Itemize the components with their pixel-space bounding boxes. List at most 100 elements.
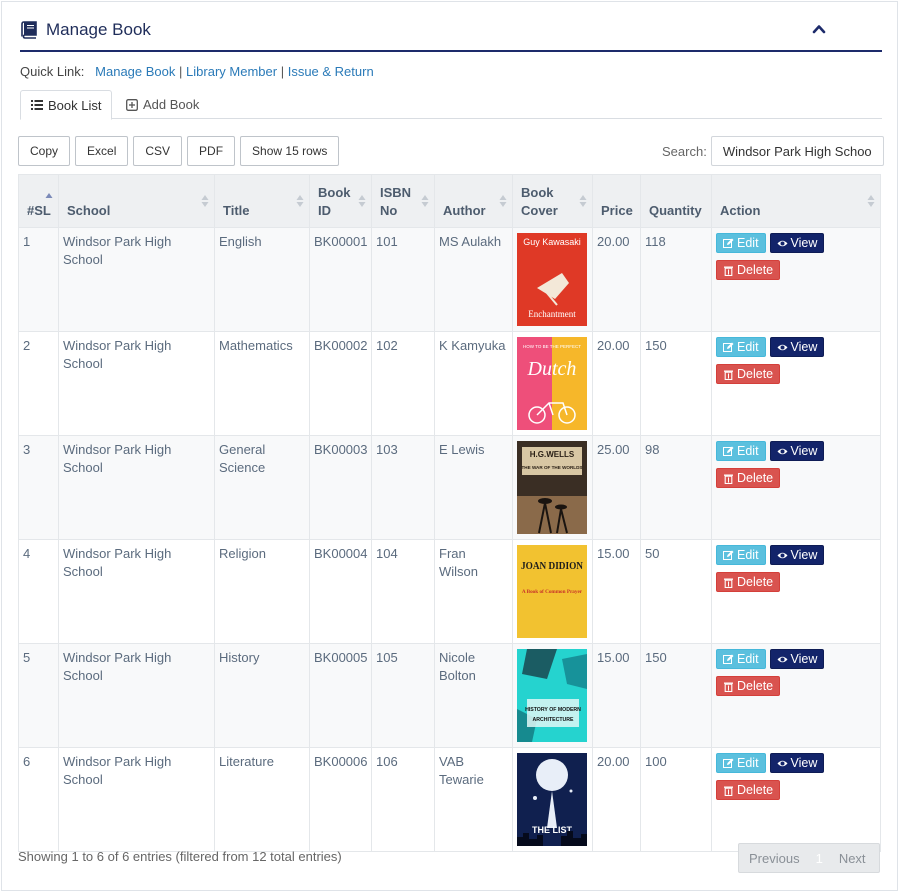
delete-button[interactable]: Delete: [716, 780, 781, 800]
book-cover-image: JOAN DIDION A Book of Common Prayer: [517, 545, 587, 638]
quick-link-library-member[interactable]: Library Member: [186, 64, 277, 79]
edit-button[interactable]: Edit: [716, 649, 766, 669]
column-header-isbn[interactable]: ISBN No: [371, 174, 435, 228]
show-rows-button[interactable]: Show 15 rows: [240, 136, 340, 166]
trash-icon: [724, 786, 733, 796]
edit-icon: [723, 654, 734, 664]
sort-asc-icon: [45, 193, 53, 198]
page-number-button[interactable]: 1: [810, 851, 829, 866]
quick-links: Quick Link: Manage Book | Library Member…: [20, 64, 374, 79]
panel-header: Manage Book: [20, 16, 882, 52]
cell-book-id: BK00006: [309, 747, 372, 852]
panel-title: Manage Book: [20, 20, 151, 40]
chevron-up-icon[interactable]: [812, 22, 826, 36]
delete-button[interactable]: Delete: [716, 572, 781, 592]
cover-text: Guy Kawasaki: [523, 237, 581, 247]
column-header-sl[interactable]: #SL: [18, 174, 59, 228]
sort-icon: [201, 195, 209, 207]
column-header-school[interactable]: School: [58, 174, 215, 228]
tab-add-book[interactable]: Add Book: [116, 90, 209, 119]
cover-text: A Book of Common Prayer: [522, 589, 583, 595]
column-header-action[interactable]: Action: [711, 174, 881, 228]
cell-price: 20.00: [592, 331, 641, 436]
eye-icon: [777, 240, 788, 246]
column-header-book-cover[interactable]: Book Cover: [512, 174, 593, 228]
cell-author: E Lewis: [434, 435, 513, 540]
table-row: 2 Windsor Park High School Mathematics B…: [18, 331, 881, 436]
excel-button[interactable]: Excel: [75, 136, 129, 166]
cell-price: 15.00: [592, 643, 641, 748]
tab-label: Add Book: [143, 97, 200, 112]
cell-action: Edit View Delete: [711, 539, 881, 644]
view-button[interactable]: View: [769, 337, 825, 357]
search-label: Search:: [662, 143, 707, 159]
cell-price: 20.00: [592, 227, 641, 332]
sort-icon: [867, 195, 875, 207]
cell-quantity: 150: [640, 643, 712, 748]
next-button[interactable]: Next: [829, 851, 876, 866]
cell-cover: HOW TO BE THE PERFECT Dutch: [512, 331, 593, 436]
book-cover-image: HOW TO BE THE PERFECT Dutch: [517, 337, 587, 430]
cell-price: 20.00: [592, 747, 641, 852]
cell-school: Windsor Park High School: [58, 331, 215, 436]
copy-button[interactable]: Copy: [18, 136, 71, 166]
cell-action: Edit View Delete: [711, 747, 881, 852]
view-button[interactable]: View: [769, 753, 825, 773]
column-header-author[interactable]: Author: [434, 174, 513, 228]
delete-button[interactable]: Delete: [716, 260, 781, 280]
edit-button[interactable]: Edit: [716, 337, 766, 357]
cell-book-id: BK00004: [309, 539, 372, 644]
cell-book-id: BK00002: [309, 331, 372, 436]
view-button[interactable]: View: [769, 545, 825, 565]
cell-title: History: [214, 643, 310, 748]
column-header-book-id[interactable]: Book ID: [309, 174, 372, 228]
cell-isbn: 105: [371, 643, 435, 748]
cover-text: THE WAR OF THE WORLDS: [522, 465, 583, 470]
cell-isbn: 103: [371, 435, 435, 540]
cell-cover: THE LIST: [512, 747, 593, 852]
book-table: #SL School Title Book ID ISBN No Author …: [18, 174, 881, 852]
cover-text: JOAN DIDION: [521, 560, 583, 572]
column-header-title[interactable]: Title: [214, 174, 310, 228]
edit-button[interactable]: Edit: [716, 753, 766, 773]
cell-school: Windsor Park High School: [58, 643, 215, 748]
edit-button[interactable]: Edit: [716, 441, 766, 461]
tab-bar: Book List Add Book: [20, 90, 882, 120]
quick-link-issue-return[interactable]: Issue & Return: [288, 64, 374, 79]
view-button[interactable]: View: [769, 649, 825, 669]
delete-button[interactable]: Delete: [716, 364, 781, 384]
search-input[interactable]: [710, 136, 884, 166]
cell-school: Windsor Park High School: [58, 539, 215, 644]
plus-square-icon: [126, 98, 138, 111]
tab-book-list[interactable]: Book List: [20, 90, 113, 120]
cell-school: Windsor Park High School: [58, 747, 215, 852]
cover-text: ARCHITECTURE: [533, 717, 574, 723]
cell-quantity: 150: [640, 331, 712, 436]
cell-quantity: 98: [640, 435, 712, 540]
cell-book-id: BK00003: [309, 435, 372, 540]
edit-button[interactable]: Edit: [716, 545, 766, 565]
csv-button[interactable]: CSV: [133, 136, 183, 166]
cell-action: Edit View Delete: [711, 331, 881, 436]
cell-sl: 6: [18, 747, 59, 852]
view-button[interactable]: View: [769, 441, 825, 461]
previous-button[interactable]: Previous: [739, 851, 810, 866]
cell-sl: 4: [18, 539, 59, 644]
delete-button[interactable]: Delete: [716, 676, 781, 696]
pdf-button[interactable]: PDF: [187, 136, 236, 166]
quick-link-separator: |: [280, 64, 285, 79]
cell-school: Windsor Park High School: [58, 435, 215, 540]
cell-cover: Guy Kawasaki Enchantment: [512, 227, 593, 332]
quick-link-manage-book[interactable]: Manage Book: [95, 64, 175, 79]
sort-icon: [579, 195, 587, 207]
delete-button[interactable]: Delete: [716, 468, 781, 488]
cover-text: H.G.WELLS: [530, 450, 575, 459]
column-header-quantity[interactable]: Quantity: [640, 174, 712, 228]
edit-button[interactable]: Edit: [716, 233, 766, 253]
table-row: 5 Windsor Park High School History BK000…: [18, 643, 881, 748]
cover-text: THE LIST: [532, 825, 573, 835]
view-button[interactable]: View: [769, 233, 825, 253]
quick-link-separator: |: [179, 64, 183, 79]
column-header-price[interactable]: Price: [592, 174, 641, 228]
table-row: 6 Windsor Park High School Literature BK…: [18, 747, 881, 852]
